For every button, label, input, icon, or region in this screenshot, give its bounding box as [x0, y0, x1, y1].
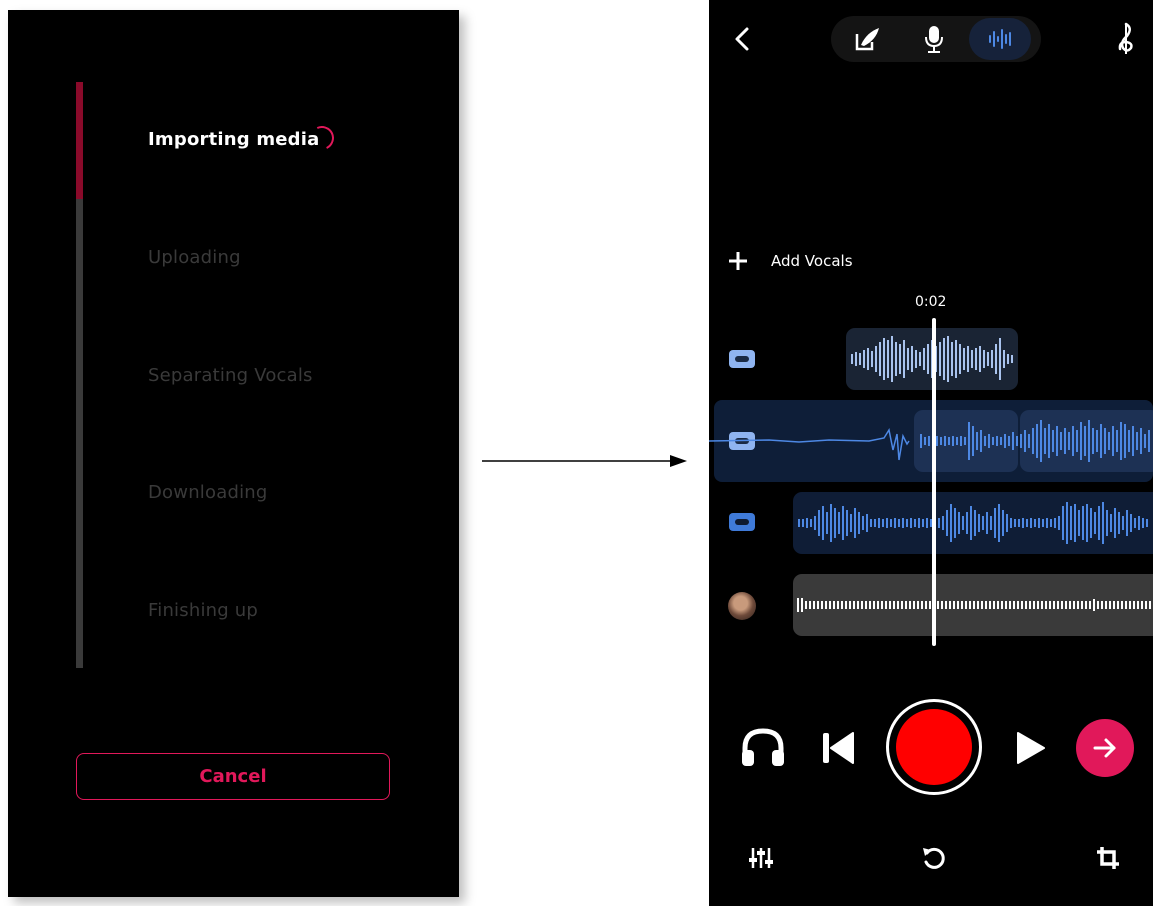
editor-screen: Add Vocals 0:02 [709, 0, 1153, 906]
headphones-icon[interactable] [739, 726, 787, 768]
microphone-icon[interactable] [923, 24, 945, 54]
cassette-icon[interactable] [729, 513, 755, 531]
mode-switcher [831, 16, 1041, 62]
step-downloading: Downloading [148, 482, 268, 503]
add-icon[interactable] [728, 251, 748, 271]
arrow-right-icon [1093, 738, 1116, 758]
crop-icon[interactable] [1095, 845, 1121, 871]
step-finishing-up: Finishing up [148, 600, 259, 621]
waveform-track-4 [797, 598, 1151, 612]
avatar[interactable] [728, 592, 756, 620]
skip-back-icon[interactable] [821, 730, 857, 766]
playhead-time: 0:02 [915, 294, 947, 310]
undo-icon[interactable] [921, 845, 947, 871]
waveform-icon [989, 29, 1011, 49]
cassette-icon[interactable] [729, 350, 755, 368]
step-uploading: Uploading [148, 247, 241, 268]
record-button[interactable] [886, 699, 982, 795]
processing-screen: Importing media Uploading Separating Voc… [8, 10, 459, 897]
waveform-track-2 [709, 420, 1150, 462]
step-importing-media: Importing media [148, 129, 320, 150]
play-icon[interactable] [1015, 730, 1047, 766]
flow-arrow-icon [482, 455, 687, 467]
progress-rail [76, 82, 83, 668]
record-dot-icon [896, 709, 972, 785]
playhead[interactable] [932, 318, 936, 646]
mixer-icon[interactable] [749, 846, 773, 870]
lyrics-icon[interactable] [853, 26, 881, 52]
add-vocals-label[interactable]: Add Vocals [771, 252, 853, 270]
back-chevron-icon[interactable] [733, 26, 751, 52]
waveform-track-3 [798, 502, 1148, 544]
progress-rail-fill [76, 82, 83, 200]
music-clef-icon[interactable] [1115, 22, 1137, 56]
step-separating-vocals: Separating Vocals [148, 365, 313, 386]
next-button[interactable] [1076, 719, 1134, 777]
tab-waveform[interactable] [969, 18, 1031, 60]
cancel-button[interactable]: Cancel [76, 753, 390, 800]
